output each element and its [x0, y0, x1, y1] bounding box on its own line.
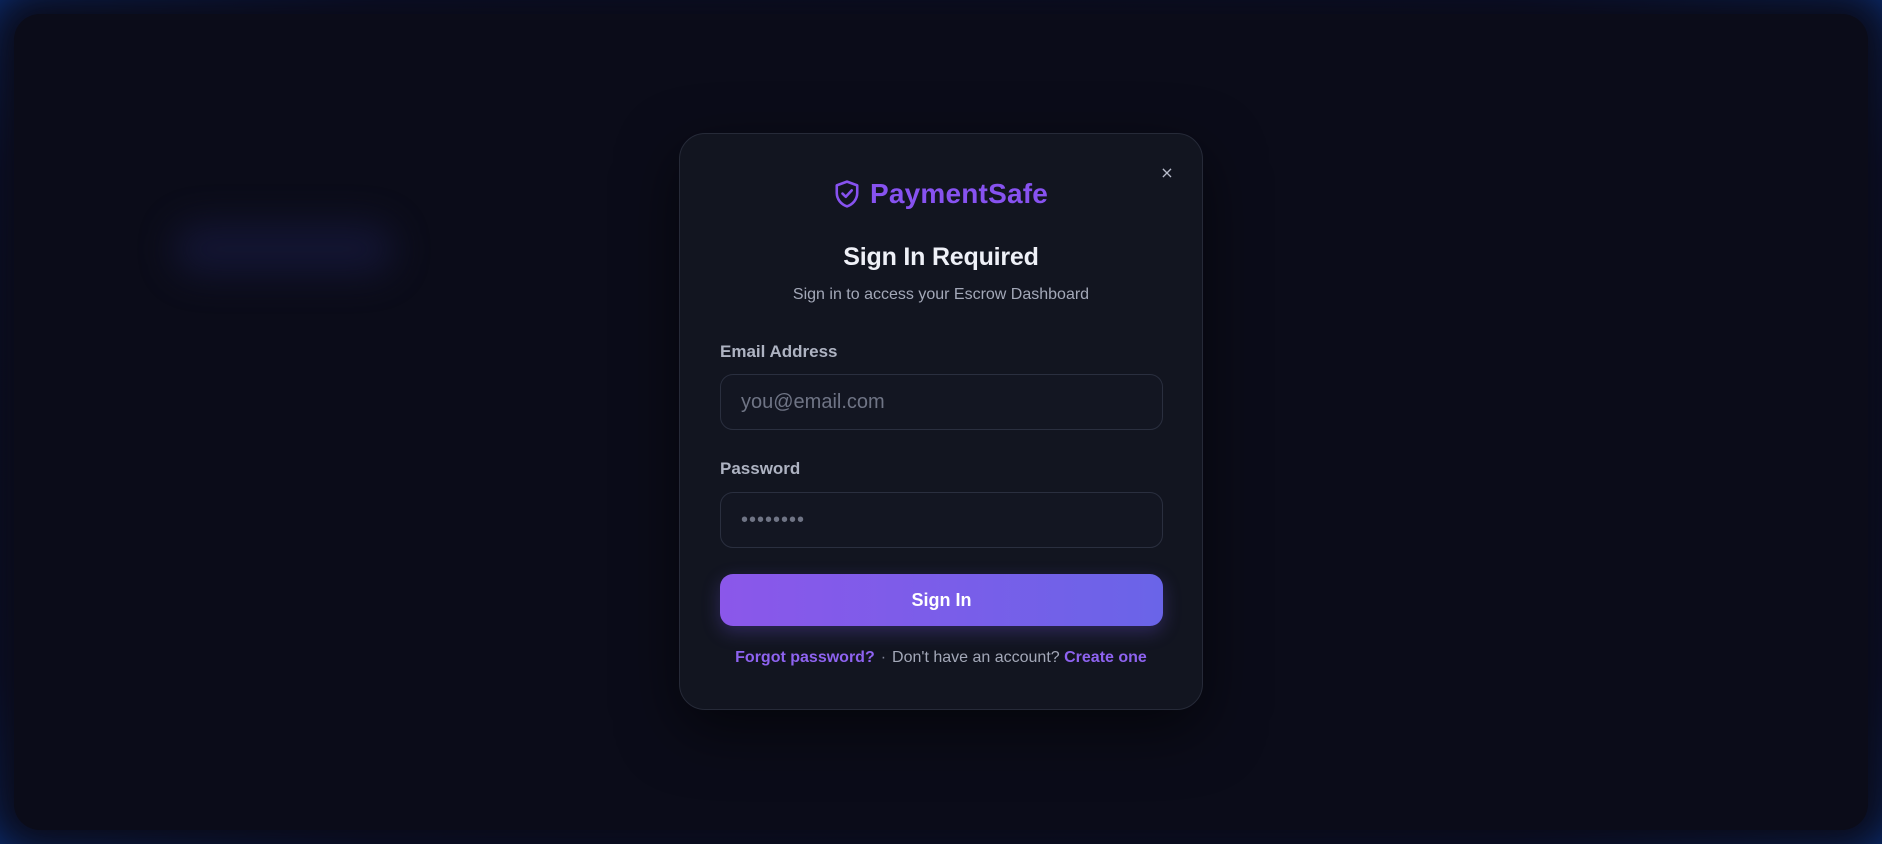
create-account-link[interactable]: Create one: [1064, 649, 1147, 666]
brand-name: PaymentSafe: [869, 178, 1049, 209]
forgot-password-link[interactable]: Forgot password?: [735, 649, 875, 666]
no-account-text: Don't have an account?: [892, 649, 1060, 666]
password-mask: ••••••••: [741, 508, 806, 531]
sign-in-modal: × PaymentSafe Sign In Required Sign in t…: [679, 133, 1203, 710]
email-field[interactable]: [720, 374, 1163, 430]
password-field[interactable]: ••••••••: [720, 492, 1163, 548]
footer-separator: ·: [880, 649, 887, 666]
sign-in-button[interactable]: Sign In: [720, 574, 1163, 626]
modal-subtitle: Sign in to access your Escrow Dashboard: [792, 286, 1090, 303]
password-label: Password: [720, 459, 801, 478]
email-label: Email Address: [720, 342, 838, 361]
modal-footer: Forgot password? · Don't have an account? …: [680, 649, 1202, 667]
brand-logo: PaymentSafe: [680, 178, 1202, 210]
shield-check-icon: [834, 180, 860, 208]
modal-title: Sign In Required: [843, 243, 1039, 271]
background-glow: [174, 224, 394, 274]
